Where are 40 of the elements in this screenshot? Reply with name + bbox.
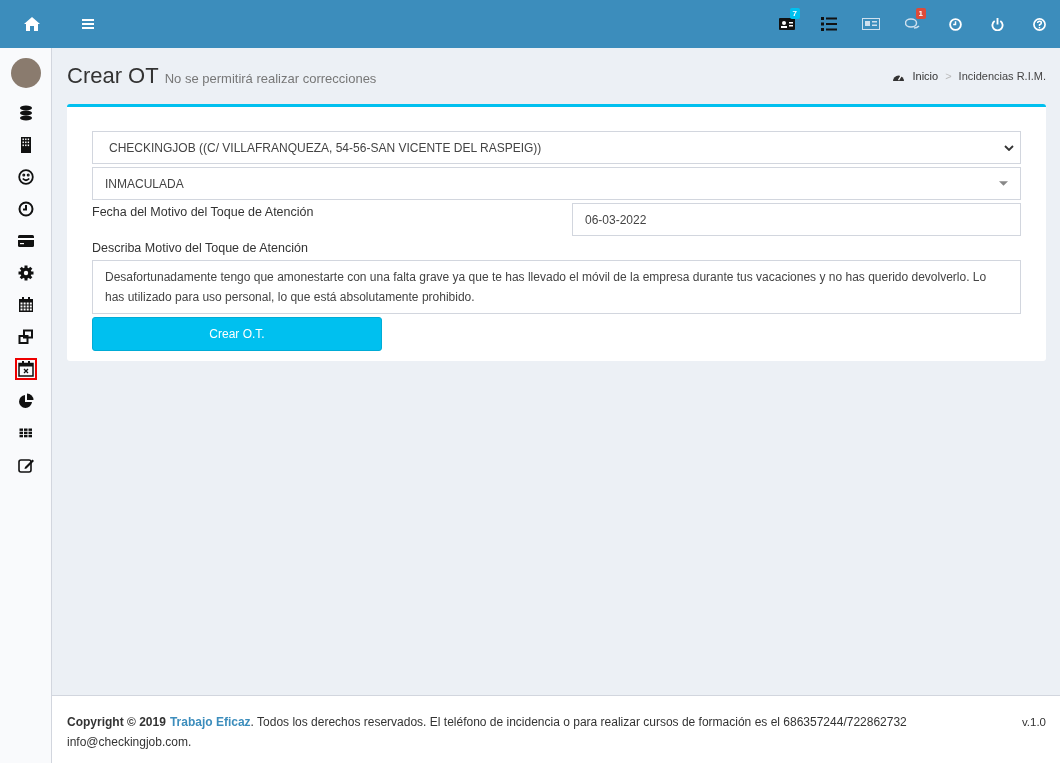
person-select[interactable]: INMACULADA <box>92 167 1021 200</box>
power-icon <box>990 17 1004 31</box>
breadcrumb-link[interactable]: Incidencias R.I.M. <box>958 70 1046 82</box>
menu-icon <box>82 19 94 29</box>
date-label: Fecha del Motivo del Toque de Atención <box>92 204 314 219</box>
chevron-down-icon <box>1004 144 1014 151</box>
trabajo-eficaz-link[interactable]: Trabajo Eficaz <box>169 715 251 729</box>
newspaper-icon <box>862 18 880 30</box>
date-input[interactable]: 06-03-2022 <box>572 203 1021 236</box>
contact-card-icon <box>779 18 795 30</box>
help-icon <box>1032 17 1046 31</box>
chat-button[interactable]: 1 <box>892 0 934 48</box>
notification-badge: 7 <box>789 8 800 19</box>
database-icon <box>17 105 34 121</box>
reason-label: Describa Motivo del Toque de Atención <box>92 240 309 255</box>
home-icon <box>24 17 40 31</box>
page-subtitle: No se permitirá realizar correcciones <box>164 71 377 86</box>
sidebar-item[interactable] <box>14 358 37 380</box>
calendar-icon <box>17 297 34 313</box>
gear-icon <box>17 265 34 281</box>
clock-icon <box>17 201 34 217</box>
clock-icon <box>948 17 962 31</box>
breadcrumb-separator: > <box>945 70 952 82</box>
notification-badge: 1 <box>915 8 926 19</box>
version-text: v.1.0 <box>1021 715 1046 730</box>
smile-icon <box>17 169 34 185</box>
edit-icon <box>17 457 34 473</box>
pie-icon <box>17 393 34 409</box>
breadcrumb-link[interactable]: Inicio <box>912 70 939 82</box>
calendar-x-icon <box>17 361 34 377</box>
dropdown-arrow-icon <box>999 181 1008 186</box>
reason-textarea[interactable]: Desafortunadamente tengo que amonestarte con una falta grave ya que te has llevado el móvil de la empresa durante tus vacaciones y no has querido devolverlo. Lo has utilizado para uso personal, lo que está absolutamente prohibido. <box>92 260 1021 314</box>
page-title: Crear OT <box>67 63 159 89</box>
list-icon <box>821 17 837 31</box>
chat-icon <box>905 18 921 30</box>
avatar-circle <box>10 58 41 88</box>
copyright-text: Copyright © 2019 Trabajo Eficaz. Todos los derechos reservados. El teléfono de incidencia o para realizar cursos de formación es el 686357244/722862732 info@checkingjob.com. <box>67 714 908 751</box>
windows-icon <box>17 329 34 345</box>
company-select[interactable]: CHECKINGJOB ((C/ VILLAFRANQUEZA, 54-56-SAN VICENTE DEL RASPEIG)) <box>92 131 1021 164</box>
card-icon <box>17 233 34 249</box>
